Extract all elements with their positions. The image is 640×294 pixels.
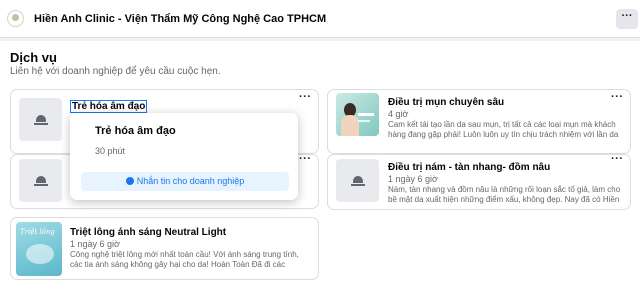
service-title[interactable]: Điều trị mụn chuyên sâu [388, 97, 504, 108]
service-title[interactable]: Trẻ hóa âm đạo [70, 100, 148, 113]
service-image: Triệt lông [16, 222, 62, 276]
service-description: Nám, tàn nhang và đồm nâu là những rối l… [388, 185, 621, 204]
service-description: Cam kết tái tạo lần da sau mụn, trị tất … [388, 120, 619, 139]
service-card[interactable]: Triệt lông Triệt lông ánh sáng Neutral L… [10, 217, 319, 280]
bell-icon [350, 175, 365, 186]
more-options-button[interactable]: ··· [616, 9, 638, 29]
service-duration: 1 ngày 6 giờ [70, 239, 120, 249]
page-name[interactable]: Hiền Anh Clinic - Viện Thẩm Mỹ Công Nghệ… [34, 13, 326, 25]
card-menu-icon[interactable]: ··· [299, 91, 312, 103]
service-title[interactable]: Điều trị nám - tàn nhang- đồm nâu [388, 162, 550, 173]
section-subtitle: Liên hệ với doanh nghiệp để yêu cầu cuộc… [10, 66, 221, 77]
bell-icon [33, 175, 48, 186]
service-thumbnail [19, 98, 62, 141]
card-menu-icon[interactable]: ··· [299, 153, 312, 165]
page-header: Hiền Anh Clinic - Viện Thẩm Mỹ Công Nghệ… [0, 0, 640, 38]
bell-icon [33, 114, 48, 125]
service-description: Công nghệ triệt lông mới nhất toàn cầu! … [70, 250, 299, 269]
service-duration: 1 ngày 6 giờ [388, 174, 438, 184]
service-thumbnail [336, 159, 379, 202]
message-business-label: Nhắn tin cho doanh nghiệp [136, 176, 245, 186]
clinic-logo[interactable] [7, 10, 24, 27]
card-menu-icon[interactable]: ··· [611, 153, 624, 165]
service-card[interactable]: Điều trị mụn chuyên sâu 4 giờ Cam kết tá… [327, 89, 631, 154]
service-card[interactable]: Điều trị nám - tàn nhang- đồm nâu 1 ngày… [327, 153, 631, 210]
messenger-icon [125, 177, 134, 185]
service-title[interactable]: Triệt lông ánh sáng Neutral Light [70, 227, 226, 238]
section-title: Dịch vụ [10, 50, 57, 65]
popover-title: Trẻ hóa âm đạo [95, 125, 176, 137]
service-duration: 4 giờ [388, 109, 409, 119]
card-menu-icon[interactable]: ··· [611, 91, 624, 103]
popover-duration: 30 phút [95, 146, 126, 156]
message-business-button[interactable]: Nhắn tin cho doanh nghiệp [81, 172, 289, 191]
service-image [336, 93, 379, 136]
service-thumbnail [19, 159, 62, 202]
service-popover: Trẻ hóa âm đạo 30 phút Nhắn tin cho doan… [70, 113, 298, 200]
